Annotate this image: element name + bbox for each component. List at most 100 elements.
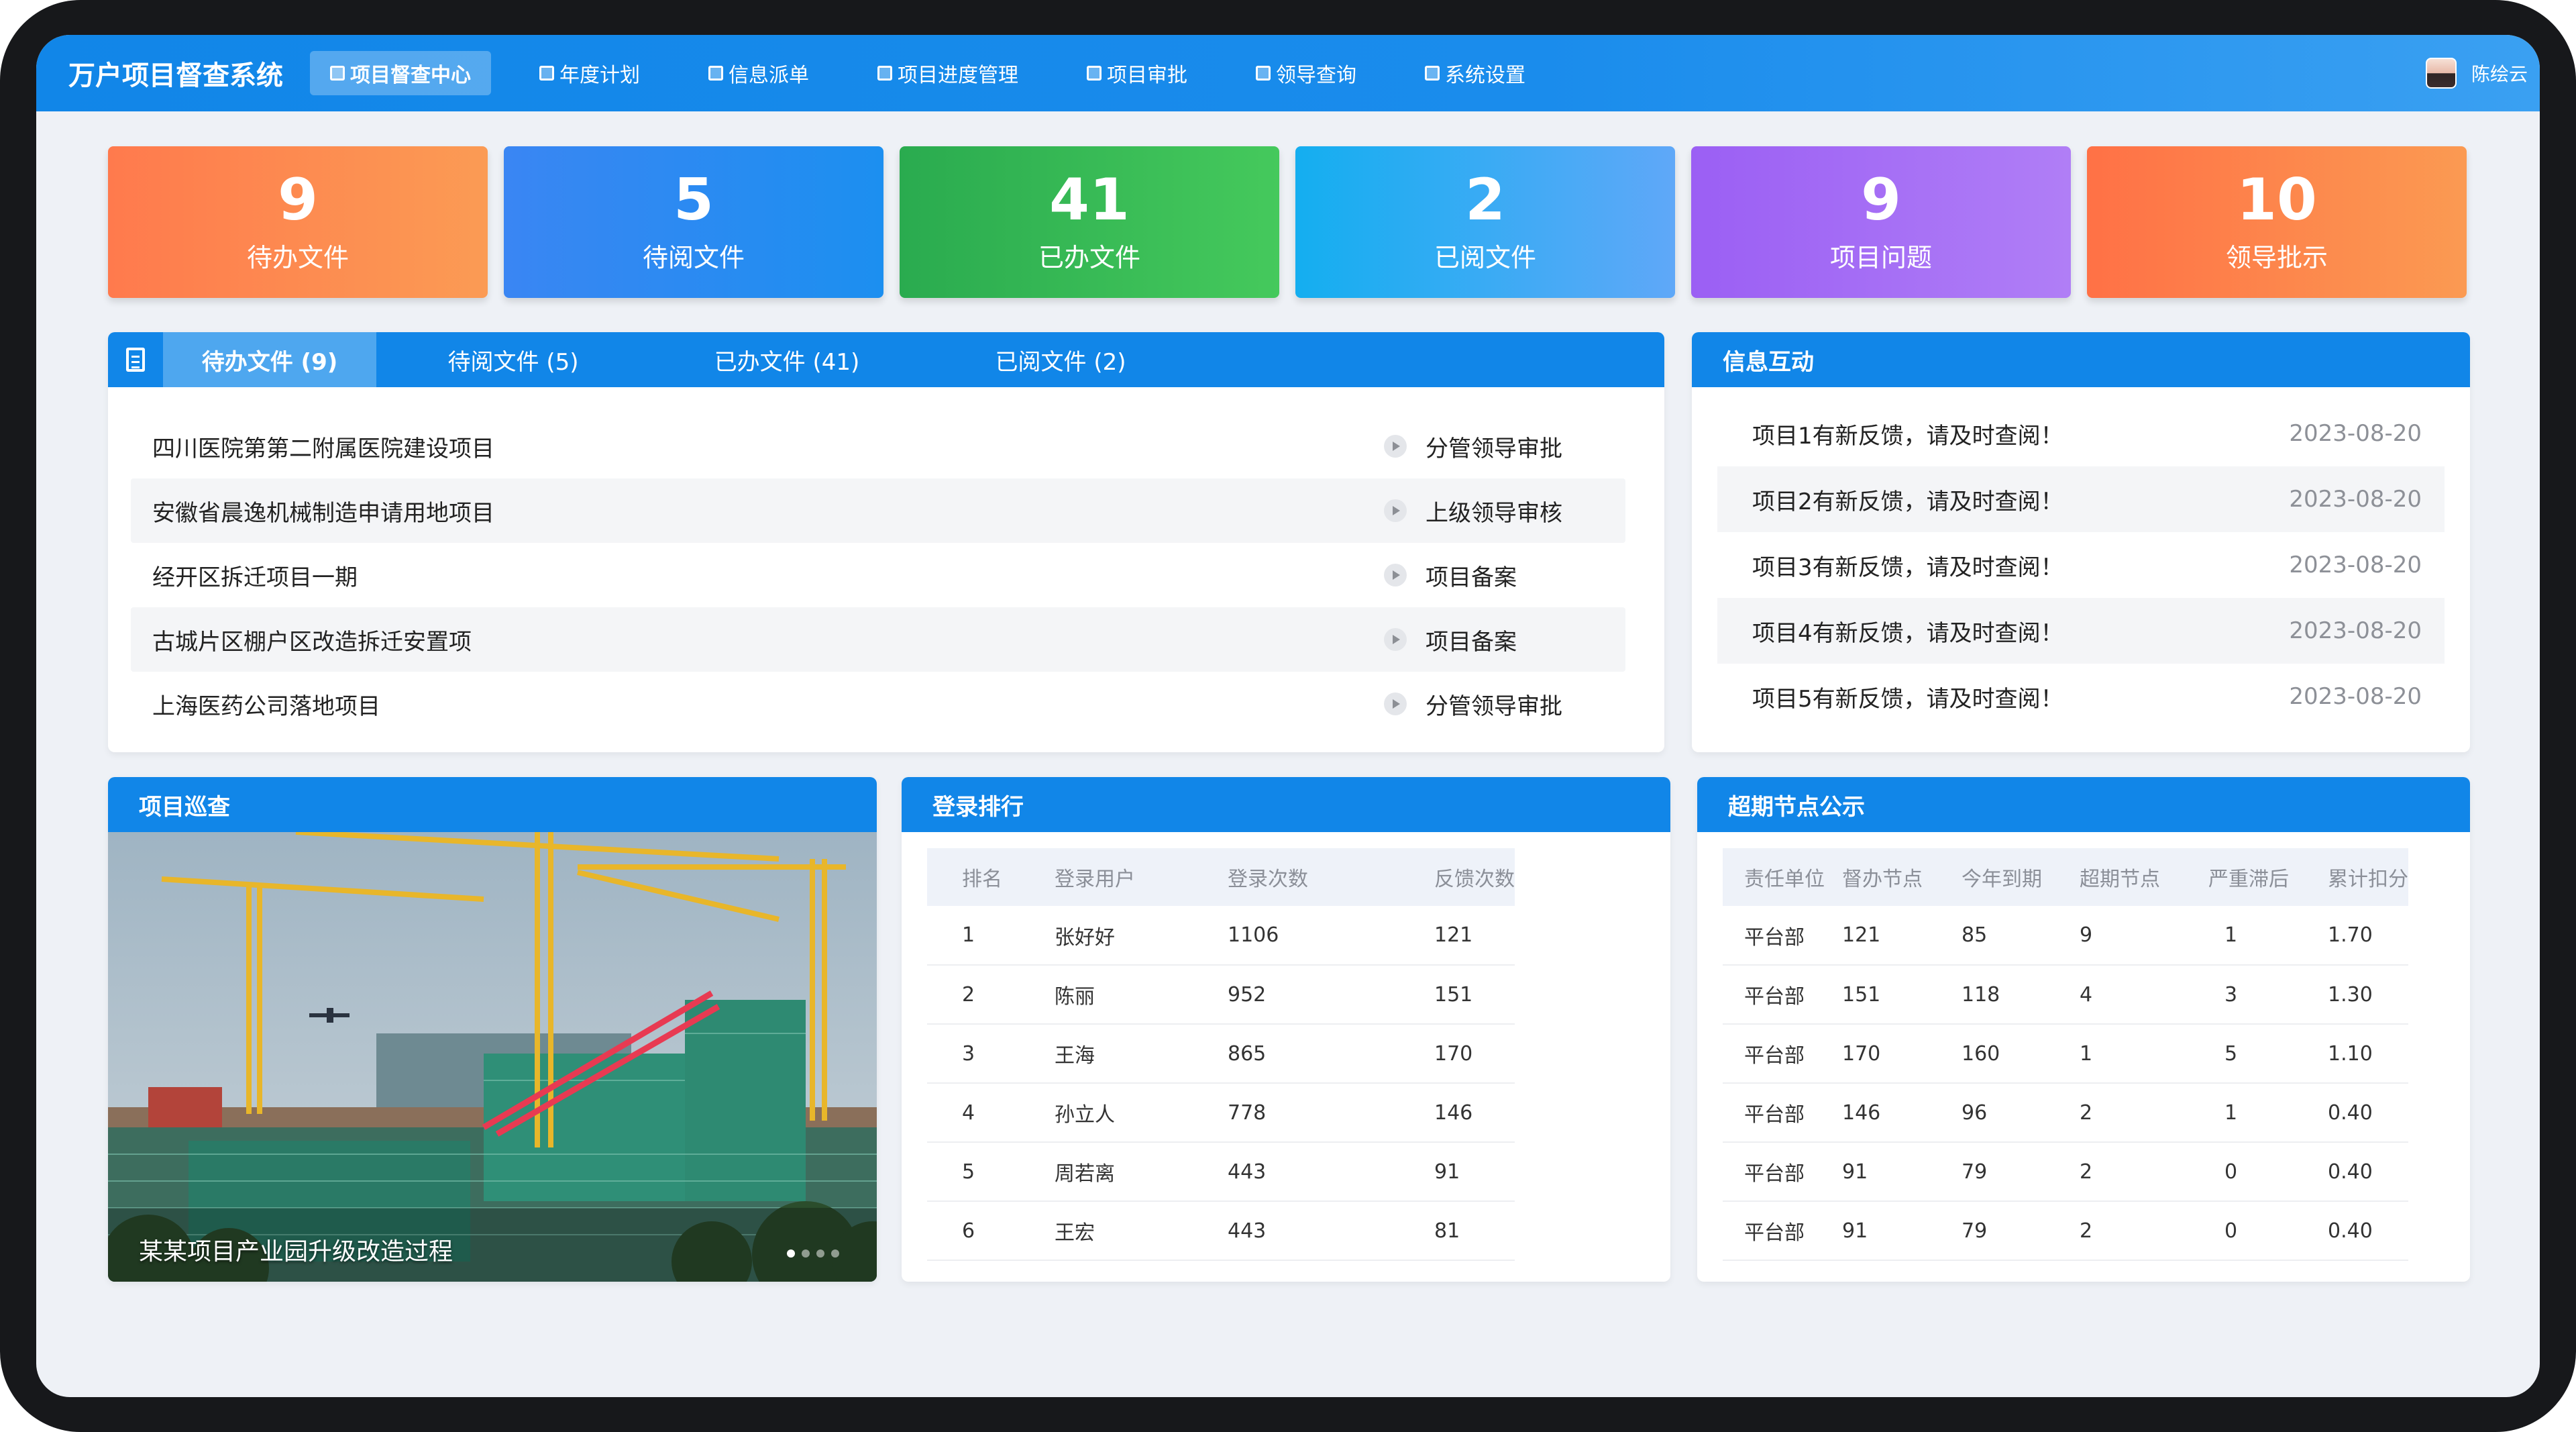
nav-item-annual-plan[interactable]: 年度计划 [519,51,660,95]
nav-item-label: 项目督查中心 [350,64,471,87]
tab-todo[interactable]: 待办文件 (9) [163,332,376,387]
documents-panel: 待办文件 (9) 待阅文件 (5) 已办文件 (41) 已阅文件 (2) 四川医… [108,332,1664,752]
stat-card-instructions[interactable]: 10 领导批示 [2087,146,2467,298]
document-status: 分管领导审批 [1384,688,1625,721]
nav-item-approval[interactable]: 项目审批 [1067,51,1208,95]
table-cell: 952 [1228,965,1434,1025]
table-cell: 443 [1228,1201,1434,1261]
list-item[interactable]: 项目2有新反馈，请及时查阅！ 2023-08-20 [1717,466,2445,532]
table-cell: 3 [927,1024,1055,1084]
list-item[interactable]: 上海医药公司落地项目 分管领导审批 [131,672,1625,736]
nav-item-progress[interactable]: 项目进度管理 [857,51,1038,95]
document-title: 上海医药公司落地项目 [152,693,380,720]
table-cell: 1106 [1228,906,1434,966]
document-title: 经开区拆迁项目一期 [152,564,358,591]
stat-card-todo[interactable]: 9 待办文件 [108,146,488,298]
table-cell: 4 [927,1083,1055,1143]
app-title: 万户项目督查系统 [68,60,283,91]
table-cell: 79 [1962,1201,2080,1261]
stat-card-to-read[interactable]: 5 待阅文件 [504,146,883,298]
list-item[interactable]: 四川医院第第二附属医院建设项目 分管领导审批 [131,414,1625,478]
table-cell: 91 [1842,1201,1962,1261]
play-circle-icon [1384,435,1407,458]
stat-label: 项目问题 [1829,242,1932,272]
message-date: 2023-08-20 [2289,420,2422,447]
document-tabs: 待办文件 (9) 待阅文件 (5) 已办文件 (41) 已阅文件 (2) [108,332,1664,387]
table-cell: 平台部 [1723,1024,1842,1084]
nav-item-label: 项目审批 [1107,64,1187,87]
stat-card-issues[interactable]: 9 项目问题 [1691,146,2071,298]
status-text: 项目备案 [1426,564,1517,591]
table-cell: 118 [1962,965,2080,1025]
table-row[interactable]: 2 陈丽 952 151 [927,965,1515,1025]
table-row[interactable]: 平台部 170 160 1 5 1.10 [1723,1024,2408,1084]
user-name: 陈绘云 [2471,63,2528,85]
panel-title: 登录排行 [902,777,1670,832]
table-cell: 张好好 [1055,906,1228,966]
user-menu[interactable]: 陈绘云 [2425,35,2528,111]
tab-done[interactable]: 已办文件 (41) [650,332,924,387]
list-item[interactable]: 项目4有新反馈，请及时查阅！ 2023-08-20 [1717,598,2445,664]
photo-caption: 某某项目产业园升级改造过程 [139,1238,453,1266]
table-row[interactable]: 平台部 91 79 2 0 0.40 [1723,1201,2408,1261]
table-cell: 2 [2080,1142,2208,1202]
document-title: 四川医院第第二附属医院建设项目 [152,435,494,462]
list-item[interactable]: 安徽省晨逸机械制造申请用地项目 上级领导审核 [131,478,1625,543]
table-cell: 91 [1842,1142,1962,1202]
stat-value: 2 [1465,166,1505,234]
column-header: 督办节点 [1842,848,1962,906]
table-row[interactable]: 3 王海 865 170 [927,1024,1515,1084]
document-title: 古城片区棚户区改造拆迁安置项 [152,628,472,656]
list-item[interactable]: 项目3有新反馈，请及时查阅！ 2023-08-20 [1717,532,2445,598]
table-cell: 96 [1962,1083,2080,1143]
table-row[interactable]: 1 张好好 1106 121 [927,906,1515,966]
play-circle-icon [1384,499,1407,522]
nav-item-settings[interactable]: 系统设置 [1405,51,1546,95]
carousel-dot[interactable] [831,1249,839,1258]
table-cell: 平台部 [1723,1083,1842,1143]
stat-label: 待办文件 [246,242,349,272]
list-item[interactable]: 古城片区棚户区改造拆迁安置项 项目备案 [131,607,1625,672]
carousel-dot[interactable] [816,1249,824,1258]
carousel-dot[interactable] [787,1249,795,1258]
table-cell: 2 [2080,1083,2208,1143]
table-cell: 151 [1842,965,1962,1025]
table-cell: 778 [1228,1083,1434,1143]
table-cell: 170 [1434,1024,1515,1084]
table-cell: 121 [1842,906,1962,966]
play-circle-icon [1384,693,1407,715]
message-text: 项目4有新反馈，请及时查阅！ [1752,619,2063,647]
nav-item-leader-query[interactable]: 领导查询 [1236,51,1377,95]
stat-card-done[interactable]: 41 已办文件 [900,146,1279,298]
table-row[interactable]: 平台部 151 118 4 3 1.30 [1723,965,2408,1025]
table-cell: 1 [2080,1024,2208,1084]
message-text: 项目2有新反馈，请及时查阅！ [1752,488,2063,515]
table-row[interactable]: 平台部 121 85 9 1 1.70 [1723,906,2408,966]
construction-photo-illustration [108,832,877,1282]
nav-item-supervision-center[interactable]: 项目督查中心 [310,51,491,95]
table-cell: 1.70 [2328,906,2408,966]
table-cell: 121 [1434,906,1515,966]
table-cell: 3 [2208,965,2328,1025]
table-row[interactable]: 4 孙立人 778 146 [927,1083,1515,1143]
table-row[interactable]: 平台部 146 96 2 1 0.40 [1723,1083,2408,1143]
table-row[interactable]: 5 周若离 443 91 [927,1142,1515,1202]
table-cell: 平台部 [1723,906,1842,966]
table-row[interactable]: 6 王宏 443 81 [927,1201,1515,1261]
nav-item-dispatch[interactable]: 信息派单 [688,51,829,95]
tab-to-read[interactable]: 待阅文件 (5) [376,332,650,387]
list-item[interactable]: 项目1有新反馈，请及时查阅！ 2023-08-20 [1717,401,2445,466]
table-row[interactable]: 平台部 91 79 2 0 0.40 [1723,1142,2408,1202]
stat-card-read[interactable]: 2 已阅文件 [1295,146,1675,298]
tab-read[interactable]: 已阅文件 (2) [924,332,1197,387]
table-cell: 0 [2208,1201,2328,1261]
panel-title: 信息互动 [1692,332,2470,387]
list-item[interactable]: 经开区拆迁项目一期 项目备案 [131,543,1625,607]
column-header: 今年到期 [1962,848,2080,906]
table-cell: 0.40 [2328,1083,2408,1143]
list-item[interactable]: 项目5有新反馈，请及时查阅！ 2023-08-20 [1717,664,2445,729]
table-cell: 91 [1434,1142,1515,1202]
document-status: 上级领导审核 [1384,495,1625,527]
carousel-dot[interactable] [802,1249,810,1258]
construction-site-photo[interactable]: 某某项目产业园升级改造过程 [108,832,877,1282]
